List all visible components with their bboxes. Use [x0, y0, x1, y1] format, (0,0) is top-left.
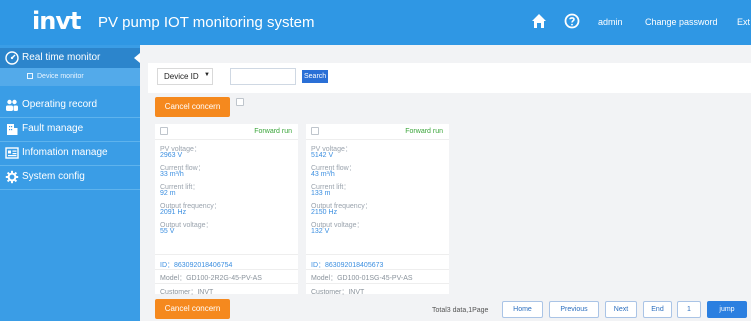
- device-card[interactable]: Forward run PV voltage： 2963 V Current f…: [155, 124, 298, 296]
- card-divider: [155, 269, 298, 270]
- sidebar-divider: [0, 189, 140, 190]
- gear-icon: [5, 170, 19, 184]
- user-menu[interactable]: admin: [598, 17, 623, 27]
- pager-jump-button[interactable]: jump: [707, 301, 747, 318]
- card-divider: [306, 254, 449, 255]
- device-card[interactable]: Forward run PV voltage： 5142 V Current f…: [306, 124, 449, 296]
- change-password-link[interactable]: Change password: [645, 17, 718, 27]
- card-divider: [306, 283, 449, 284]
- card-divider: [306, 269, 449, 270]
- pager-home-button[interactable]: Home: [502, 301, 543, 318]
- select-all-checkbox[interactable]: [236, 98, 244, 106]
- card-divider: [155, 139, 298, 140]
- square-icon: [27, 73, 33, 79]
- sidebar-item-fault-manage[interactable]: Fault manage: [0, 119, 140, 139]
- select-value: Device ID: [164, 72, 199, 81]
- sidebar-item-operating-record[interactable]: Operating record: [0, 95, 140, 115]
- top-bar: invt PV pump IOT monitoring system admin…: [0, 0, 751, 45]
- sidebar-divider: [0, 165, 140, 166]
- current-flow-value: 43 m³/h: [311, 171, 335, 178]
- sidebar-item-label: System config: [22, 171, 85, 182]
- exit-link[interactable]: Ext: [737, 17, 750, 27]
- pager-previous-button[interactable]: Previous: [549, 301, 599, 318]
- help-icon[interactable]: [564, 13, 580, 29]
- search-panel: Device ID ▼ Search: [148, 63, 751, 93]
- run-status: Forward run: [405, 128, 443, 135]
- device-checkbox[interactable]: [160, 127, 168, 135]
- building-icon: [7, 124, 18, 135]
- sidebar-divider: [0, 117, 140, 118]
- device-model: Model：GD100-2R2G-45-PV-AS: [160, 275, 262, 282]
- device-checkbox[interactable]: [311, 127, 319, 135]
- sidebar-item-label: Device monitor: [37, 73, 84, 80]
- sidebar: Real time monitor Device monitor Operati…: [0, 45, 140, 321]
- output-frequency-value: 2091 Hz: [160, 209, 187, 216]
- invt-logo: invt: [32, 7, 81, 35]
- device-customer: Customer：INVT: [311, 289, 365, 296]
- card-divider: [155, 254, 298, 255]
- card-divider: [155, 283, 298, 284]
- main-content: Device ID ▼ Search Cancel concern Forwar…: [140, 45, 751, 321]
- home-icon[interactable]: [531, 13, 547, 29]
- sidebar-item-label: Operating record: [22, 99, 98, 110]
- sidebar-divider: [0, 141, 140, 142]
- current-lift-value: 133 m: [311, 190, 331, 197]
- sidebar-item-real-time-monitor[interactable]: Real time monitor: [0, 48, 140, 68]
- sidebar-item-label: Fault manage: [22, 123, 84, 134]
- run-status: Forward run: [254, 128, 292, 135]
- pager-page-input[interactable]: 1: [677, 301, 701, 318]
- pv-voltage-value: 2963 V: [160, 152, 183, 159]
- search-field-select[interactable]: Device ID ▼: [157, 68, 213, 85]
- search-input[interactable]: [230, 68, 296, 85]
- speedometer-icon: [5, 51, 19, 65]
- pager-end-button[interactable]: End: [643, 301, 672, 318]
- device-model: Model：GD100-01SG-45-PV-AS: [311, 275, 413, 282]
- sidebar-item-infomation-manage[interactable]: Infomation manage: [0, 143, 140, 163]
- sidebar-item-system-config[interactable]: System config: [0, 167, 140, 187]
- current-lift-value: 92 m: [160, 190, 176, 197]
- device-customer: Customer：INVT: [160, 289, 214, 296]
- app-title: PV pump IOT monitoring system: [98, 14, 315, 31]
- output-voltage-value: 132 V: [311, 228, 330, 235]
- search-button[interactable]: Search: [302, 70, 329, 83]
- pager-next-button[interactable]: Next: [605, 301, 637, 318]
- output-frequency-value: 2150 Hz: [311, 209, 338, 216]
- pager-summary: Total3 data,1Page: [432, 307, 489, 314]
- sidebar-subitem-device-monitor[interactable]: Device monitor: [0, 68, 140, 86]
- cancel-concern-button-top[interactable]: Cancel concern: [155, 97, 230, 117]
- sidebar-item-label: Infomation manage: [22, 147, 108, 158]
- output-voltage-value: 55 V: [160, 228, 175, 235]
- dropdown-caret-icon: ▼: [204, 72, 210, 78]
- card-divider: [306, 139, 449, 140]
- people-icon: [6, 99, 18, 111]
- pv-voltage-value: 5142 V: [311, 152, 334, 159]
- cancel-concern-button-bottom[interactable]: Cancel concern: [155, 299, 230, 319]
- sidebar-item-label: Real time monitor: [22, 52, 101, 63]
- current-flow-value: 33 m³/h: [160, 171, 184, 178]
- info-card-icon: [5, 147, 19, 159]
